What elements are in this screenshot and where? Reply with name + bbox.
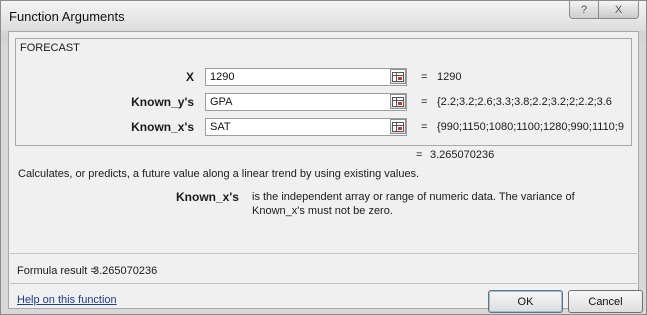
equals-sign: = (421, 96, 428, 108)
arg-input-known-x[interactable] (205, 118, 407, 136)
dialog-body: FORECAST X = 1290 Known_y's (8, 31, 643, 313)
dialog-title: Function Arguments (9, 9, 125, 24)
function-name: FORECAST (20, 42, 80, 54)
function-arguments-dialog: Function Arguments ? X FORECAST X 1290 =… (0, 0, 647, 315)
close-button[interactable]: X (598, 1, 638, 18)
arg-label-known-x: Known_x's (131, 120, 194, 134)
function-description: Calculates, or predicts, a future value … (18, 168, 420, 180)
arg-label-known-y: Known_y's (131, 95, 194, 109)
arg-input-known-y[interactable] (205, 93, 407, 111)
equals-sign: = (421, 71, 428, 83)
arg-value-known-y: {2.2;3.2;2.6;3.3;3.8;2.2;3.2;2;2.2;3.6 (437, 96, 612, 108)
equals-sign: = (421, 121, 428, 133)
arg-value-known-x: {990;1150;1080;1100;1280;990;1110;9 (437, 121, 624, 133)
arguments-group: FORECAST X = 1290 Known_y's (15, 38, 632, 146)
formula-result-value: 3.265070236 (93, 265, 158, 277)
title-bar-buttons: ? X (569, 1, 639, 19)
result-equals-sign: = (416, 149, 423, 161)
arg-label-x: X (185, 70, 194, 84)
title-bar[interactable]: Function Arguments ? X (1, 1, 646, 31)
collapse-dialog-button-known-y[interactable] (390, 94, 406, 109)
arg-value-x: 1290 (437, 71, 462, 83)
cancel-button[interactable]: Cancel (568, 290, 643, 313)
question-icon: ? (580, 3, 588, 16)
help-on-function-link[interactable]: Help on this function (17, 294, 117, 306)
close-icon: X (614, 3, 623, 16)
function-result: 3.265070236 (430, 149, 495, 161)
divider (10, 253, 637, 254)
range-selector-icon (392, 96, 404, 107)
divider (10, 283, 637, 284)
collapse-dialog-button-known-x[interactable] (390, 119, 406, 134)
param-name: Known_x's (176, 190, 239, 204)
range-selector-icon (392, 121, 404, 132)
collapse-dialog-button-x[interactable] (390, 69, 406, 84)
range-selector-icon (392, 71, 404, 82)
help-button[interactable]: ? (570, 1, 598, 18)
ok-button[interactable]: OK (488, 290, 563, 313)
arg-input-x[interactable] (205, 68, 407, 86)
formula-result-label: Formula result = (17, 265, 97, 277)
param-description: is the independent array or range of num… (252, 191, 575, 217)
